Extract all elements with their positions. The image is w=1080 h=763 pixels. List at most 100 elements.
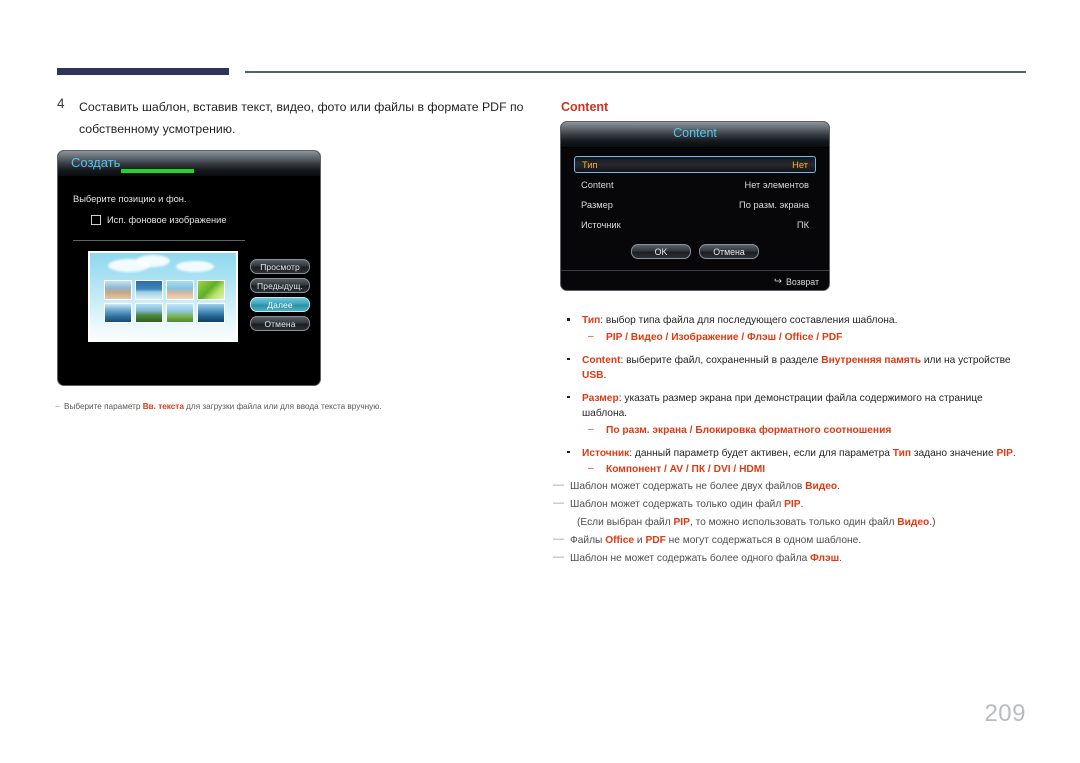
bullet-source-p1: Тип <box>892 447 912 459</box>
use-background-checkbox-row[interactable]: Исп. фоновое изображение <box>91 215 227 225</box>
preview-thumbnail <box>166 280 194 300</box>
note3-p0: Шаблон не может содержать более одного ф… <box>570 553 811 564</box>
preview-thumbnail <box>104 280 132 300</box>
note2-p0: Файлы <box>570 535 606 546</box>
note1-c2: , то можно использовать только один файл <box>689 517 898 528</box>
next-button[interactable]: Далее <box>250 297 310 312</box>
preview-thumbnail <box>197 303 225 323</box>
bullet-dot <box>567 395 570 398</box>
note-dash: — <box>553 497 564 509</box>
note-dash: — <box>553 479 564 491</box>
return-arrow-icon: ↪ <box>774 276 782 287</box>
content-dialog-buttons: OK Отмена <box>561 244 829 259</box>
cancel-button[interactable]: Отмена <box>250 316 310 331</box>
note-item-flash-limit: — Шаблон не может содержать более одного … <box>553 550 1023 568</box>
header-accent-bar <box>57 68 229 75</box>
row-content-value: Нет элементов <box>744 179 809 190</box>
page-number: 209 <box>984 700 1026 727</box>
bullet-source-p2: задано значение <box>911 447 997 459</box>
row-source-label: Источник <box>581 219 621 230</box>
note-item-video-limit: — Шаблон может содержать не более двух фа… <box>553 478 1023 496</box>
note1-c0: (Если выбран файл <box>577 517 674 528</box>
bullet-content-p3: USB <box>582 370 604 381</box>
note3-p1: Флэш <box>810 553 840 564</box>
create-progress-bar <box>121 169 194 173</box>
create-dialog-titlebar: Создать <box>58 151 320 177</box>
bullet-term-content: Content <box>582 354 621 366</box>
return-label: Возврат <box>786 276 819 287</box>
bullet-body-size: : указать размер экрана при демонстрации… <box>582 392 983 420</box>
bullet-source-p0: : данный параметр будет активен, если дл… <box>629 447 893 459</box>
bullet-sub-size-text: По разм. экрана / Блокировка форматного … <box>606 424 892 436</box>
cloud-shape <box>176 261 214 272</box>
create-dialog[interactable]: Создать Выберите позицию и фон. Исп. фон… <box>57 150 321 386</box>
note3-p2: . <box>839 553 842 564</box>
note-dash: — <box>553 551 564 563</box>
preview-thumbnail-grid <box>104 280 225 323</box>
note1-p2: . <box>800 499 804 510</box>
preview-thumbnail <box>197 280 225 300</box>
bullet-dot <box>567 318 570 321</box>
template-preview-canvas <box>90 253 236 340</box>
content-dialog-footer: ↪ Возврат <box>561 270 829 290</box>
bullet-content-p1: Внутренняя память <box>821 354 921 366</box>
note1-c1: PIP <box>673 517 690 528</box>
bullet-content-p0: : выберите файл, сохраненный в разделе <box>620 354 822 366</box>
bullet-dot <box>567 450 570 453</box>
note-item-office-pdf: — Файлы Office и PDF не могут содержаться… <box>553 532 1023 550</box>
content-dialog-title: Content <box>673 126 717 140</box>
checkbox-icon[interactable] <box>91 215 101 225</box>
bullet-term-source: Источник <box>582 447 630 459</box>
bullet-content-p2: или на устройстве <box>920 354 1011 366</box>
bullet-item-size: Размер: указать размер экрана при демонс… <box>560 391 1022 439</box>
row-content[interactable]: Content Нет элементов <box>574 176 816 193</box>
note0-p2: . <box>837 481 840 492</box>
bullet-content-p4: . <box>603 370 607 381</box>
row-source-value: ПК <box>796 219 809 230</box>
bullet-sub-type-text: PIP / Видео / Изображение / Флэш / Offic… <box>606 331 843 343</box>
note0-p1: Видео <box>805 481 838 492</box>
row-source[interactable]: Источник ПК <box>574 216 816 233</box>
row-size-label: Размер <box>581 199 613 210</box>
create-dialog-buttons: Просмотр Предыдущ. Далее Отмена <box>250 259 310 331</box>
bullet-sub-size: – По разм. экрана / Блокировка форматного… <box>582 423 1022 439</box>
bullet-sub-source-text: Компонент / AV / ПК / DVI / HDMI <box>606 464 766 475</box>
row-size[interactable]: Размер По разм. экрана <box>574 196 816 213</box>
note1-c4: .) <box>929 517 936 528</box>
step-text: Составить шаблон, вставив текст, видео, … <box>79 100 524 136</box>
note1-p1: PIP <box>784 499 801 510</box>
content-cancel-button[interactable]: Отмена <box>699 244 759 259</box>
ok-button[interactable]: OK <box>631 244 691 259</box>
create-dialog-title: Создать <box>71 155 121 170</box>
bullet-sub-type: – PIP / Видео / Изображение / Флэш / Offi… <box>582 330 1022 346</box>
note2-p3: PDF <box>645 535 666 546</box>
row-type[interactable]: Тип Нет <box>574 156 816 173</box>
previous-button[interactable]: Предыдущ. <box>250 278 310 293</box>
preview-button[interactable]: Просмотр <box>250 259 310 274</box>
content-dialog-body: Тип Нет Content Нет элементов Размер По … <box>561 148 829 290</box>
cloud-shape <box>136 255 170 267</box>
create-divider <box>73 240 245 241</box>
left-note: − Выберите параметр Вв. текста для загруз… <box>55 400 382 413</box>
step-block: 4 Составить шаблон, вставив текст, видео… <box>57 96 527 140</box>
preview-thumbnail <box>135 280 163 300</box>
bullet-term-type: Тип <box>582 315 601 326</box>
note-dash: − <box>55 402 60 411</box>
bullet-source-p4: . <box>1012 447 1016 459</box>
create-hint-text: Выберите позицию и фон. <box>73 194 187 204</box>
note0-p0: Шаблон может содержать не более двух фай… <box>570 481 806 492</box>
left-note-prefix: Выберите параметр <box>64 402 143 411</box>
sub-dash: – <box>588 330 594 342</box>
content-dialog[interactable]: Content Тип Нет Content Нет элементов Ра… <box>560 121 830 291</box>
row-size-value: По разм. экрана <box>739 199 809 210</box>
note-item-pip-limit: — Шаблон может содержать только один файл… <box>553 496 1023 532</box>
note-continuation: (Если выбран файл PIP, то можно использо… <box>570 514 1023 532</box>
row-type-value: Нет <box>792 159 808 170</box>
note1-p0: Шаблон может содержать только один файл <box>570 499 785 510</box>
bullet-item-content: Content: выберите файл, сохраненный в ра… <box>560 353 1022 384</box>
note2-p2: и <box>634 535 646 546</box>
preview-thumbnail <box>135 303 163 323</box>
bullet-term-size: Размер <box>582 392 619 404</box>
note2-p1: Office <box>605 535 635 546</box>
bullet-item-source: Источник: данный параметр будет активен,… <box>560 446 1022 479</box>
